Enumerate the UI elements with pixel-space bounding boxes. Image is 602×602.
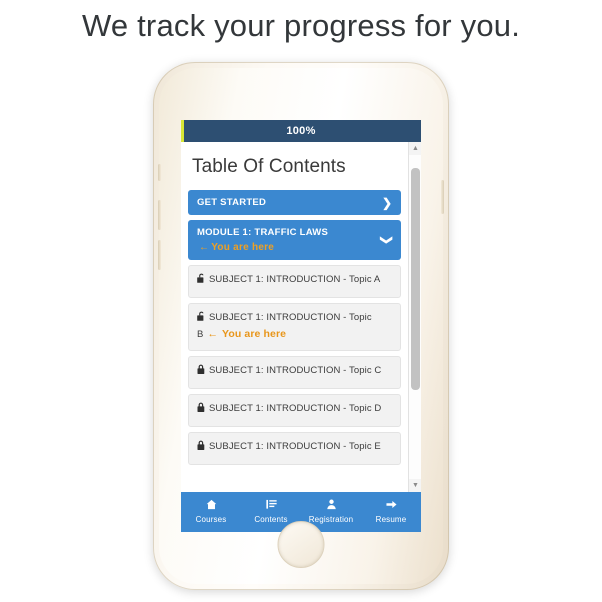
tab-contents[interactable]: Contents	[241, 499, 301, 525]
person-icon	[301, 499, 361, 513]
you-are-here-marker: ← You are here	[197, 241, 328, 254]
arrow-right-icon	[361, 499, 421, 513]
silent-switch[interactable]	[158, 164, 161, 181]
volume-up-button[interactable]	[158, 200, 161, 230]
chevron-right-icon: ❯	[381, 195, 392, 210]
content-pane: Table Of Contents GET STARTED ❯ MODULE 1…	[181, 142, 421, 492]
here-arrow-icon: ←	[199, 242, 210, 253]
section-label: GET STARTED	[197, 197, 267, 208]
topic-row[interactable]: SUBJECT 1: INTRODUCTION - Topic E	[188, 432, 401, 465]
section-module-1[interactable]: MODULE 1: TRAFFIC LAWS ← You are here ❯	[188, 220, 401, 260]
topic-label: SUBJECT 1: INTRODUCTION - Topic A	[209, 274, 381, 285]
topic-row[interactable]: SUBJECT 1: INTRODUCTION - Topic A	[188, 265, 401, 298]
progress-fill	[181, 120, 184, 142]
scroll-up-icon[interactable]: ▲	[409, 142, 421, 155]
tab-label: Resume	[375, 515, 407, 524]
section-label: MODULE 1: TRAFFIC LAWS ← You are here	[197, 226, 346, 254]
topic-label: SUBJECT 1: INTRODUCTION - Topic E	[209, 441, 381, 452]
page-root: We track your progress for you. 100% Tab	[0, 0, 602, 602]
toc-list: Table Of Contents GET STARTED ❯ MODULE 1…	[181, 142, 408, 492]
tab-label: Contents	[254, 515, 288, 524]
lock-icon	[197, 440, 206, 456]
home-button-icon[interactable]	[277, 521, 325, 568]
lock-icon	[197, 402, 206, 418]
tab-registration[interactable]: Registration	[301, 499, 361, 525]
here-arrow-icon: ←	[207, 328, 219, 340]
progress-bar: 100%	[181, 120, 421, 142]
lock-icon	[197, 364, 206, 380]
tab-label: Courses	[195, 515, 227, 524]
scrollbar-thumb[interactable]	[411, 168, 420, 390]
tab-resume[interactable]: Resume	[361, 499, 421, 525]
scrollbar[interactable]: ▲ ▼	[408, 142, 421, 492]
scroll-down-icon[interactable]: ▼	[409, 479, 421, 492]
here-label: You are here	[222, 328, 287, 340]
here-label: You are here	[211, 242, 275, 253]
phone-mockup: 100% Table Of Contents GET STARTED ❯ MOD…	[153, 62, 449, 590]
power-button[interactable]	[441, 180, 444, 214]
topic-row[interactable]: SUBJECT 1: INTRODUCTION - Topic D	[188, 394, 401, 427]
tab-courses[interactable]: Courses	[181, 499, 241, 525]
page-headline: We track your progress for you.	[81, 8, 521, 43]
home-icon	[181, 499, 241, 513]
tab-label: Registration	[308, 515, 354, 524]
chevron-down-icon: ❯	[379, 234, 394, 246]
unlock-icon	[197, 273, 206, 289]
page-title: Table Of Contents	[192, 156, 346, 177]
topic-row[interactable]: SUBJECT 1: INTRODUCTION - Topic C	[188, 356, 401, 389]
topic-row[interactable]: SUBJECT 1: INTRODUCTION - Topic B ← You ar…	[188, 303, 401, 351]
section-get-started[interactable]: GET STARTED ❯	[188, 190, 401, 215]
phone-bezel: 100% Table Of Contents GET STARTED ❯ MOD…	[158, 68, 444, 584]
list-icon	[241, 499, 301, 513]
phone-screen: 100% Table Of Contents GET STARTED ❯ MOD…	[181, 120, 421, 532]
topic-label: SUBJECT 1: INTRODUCTION - Topic D	[209, 403, 382, 414]
volume-down-button[interactable]	[158, 240, 161, 270]
section-title-text: MODULE 1: TRAFFIC LAWS	[197, 227, 329, 238]
topic-label: SUBJECT 1: INTRODUCTION - Topic C	[209, 365, 382, 376]
progress-label: 100%	[286, 125, 316, 137]
unlock-icon	[197, 311, 206, 327]
